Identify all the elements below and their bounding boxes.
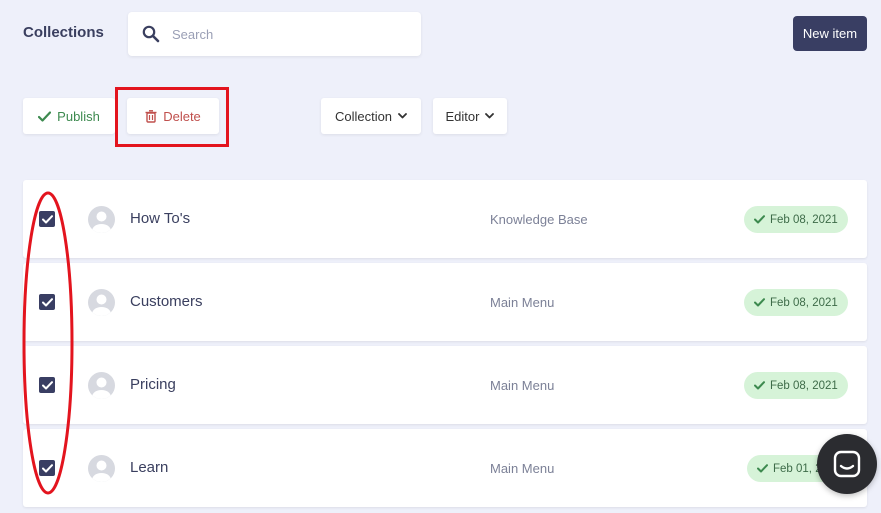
- row-checkbox[interactable]: [39, 377, 55, 393]
- new-item-button[interactable]: New item: [793, 16, 867, 51]
- publish-button[interactable]: Publish: [23, 98, 115, 134]
- chevron-down-icon: [485, 113, 495, 119]
- item-collection: Main Menu: [490, 378, 555, 393]
- list-item[interactable]: How To's Knowledge Base Feb 08, 2021: [23, 180, 867, 258]
- check-icon: [41, 214, 53, 223]
- user-icon: [92, 294, 111, 316]
- item-name[interactable]: Learn: [130, 459, 168, 476]
- user-icon: [92, 460, 111, 482]
- item-collection: Main Menu: [490, 295, 555, 310]
- editor-filter-label: Editor: [445, 108, 480, 124]
- user-icon: [92, 211, 111, 233]
- check-icon: [754, 381, 765, 390]
- user-icon: [92, 377, 111, 399]
- check-icon: [754, 215, 765, 224]
- chevron-down-icon: [398, 113, 407, 119]
- status-date: Feb 08, 2021: [770, 379, 838, 392]
- item-name[interactable]: Customers: [130, 293, 203, 310]
- collection-filter-label: Collection: [334, 108, 393, 124]
- status-badge: Feb 08, 2021: [744, 289, 848, 316]
- status-badge: Feb 08, 2021: [744, 372, 848, 399]
- check-icon: [41, 380, 53, 389]
- check-icon: [41, 463, 53, 472]
- status-date: Feb 08, 2021: [770, 296, 838, 309]
- check-icon: [757, 464, 768, 473]
- check-icon: [38, 110, 52, 122]
- item-name[interactable]: Pricing: [130, 376, 176, 393]
- avatar: [88, 206, 115, 233]
- check-icon: [754, 298, 765, 307]
- search-input[interactable]: [172, 26, 392, 42]
- item-name[interactable]: How To's: [130, 210, 190, 227]
- avatar: [88, 289, 115, 316]
- item-collection: Knowledge Base: [490, 212, 588, 227]
- avatar: [88, 455, 115, 482]
- check-icon: [41, 297, 53, 306]
- chat-launcher-button[interactable]: [817, 434, 877, 494]
- avatar: [88, 372, 115, 399]
- status-date: Feb 08, 2021: [770, 213, 838, 226]
- row-checkbox[interactable]: [39, 460, 55, 476]
- row-checkbox[interactable]: [39, 294, 55, 310]
- item-collection: Main Menu: [490, 461, 555, 476]
- search-icon: [142, 25, 160, 43]
- list-item[interactable]: Learn Main Menu Feb 01, 2021: [23, 429, 867, 507]
- list-item[interactable]: Pricing Main Menu Feb 08, 2021: [23, 346, 867, 424]
- delete-highlight-annotation: [115, 87, 229, 147]
- publish-label: Publish: [57, 108, 100, 124]
- editor-filter-dropdown[interactable]: Editor: [433, 98, 507, 134]
- row-checkbox[interactable]: [39, 211, 55, 227]
- list-item[interactable]: Customers Main Menu Feb 08, 2021: [23, 263, 867, 341]
- chat-icon: [833, 450, 861, 478]
- collection-filter-dropdown[interactable]: Collection: [321, 98, 421, 134]
- page-title: Collections: [23, 24, 104, 41]
- status-badge: Feb 08, 2021: [744, 206, 848, 233]
- item-list: How To's Knowledge Base Feb 08, 2021 Cus…: [23, 180, 867, 512]
- search-box[interactable]: [128, 12, 421, 56]
